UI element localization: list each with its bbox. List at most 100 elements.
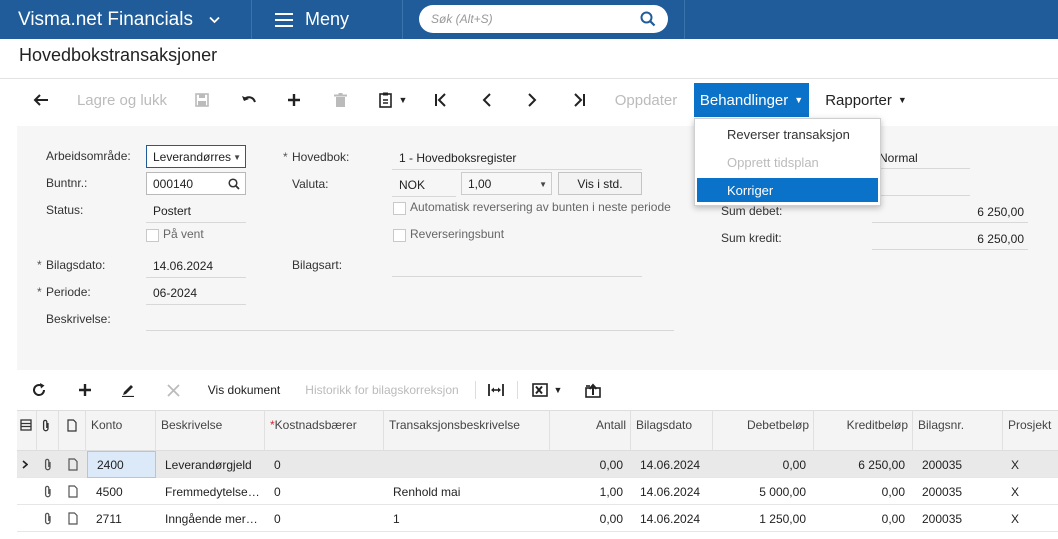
qty-cell[interactable]: 0,00 <box>550 505 631 532</box>
menu-button[interactable]: Meny <box>253 0 403 39</box>
doc-date-value[interactable]: 14.06.2024 <box>153 259 213 273</box>
col-header-description[interactable]: Beskrivelse <box>156 411 265 451</box>
description-cell[interactable]: Leverandørgjeld <box>156 451 265 478</box>
add-button[interactable] <box>283 83 305 117</box>
sum-credit-label: Sum kredit: <box>721 231 782 245</box>
on-hold-checkbox[interactable] <box>146 229 159 242</box>
batch-field[interactable]: 000140 <box>146 172 246 195</box>
account-cell[interactable]: 2711 <box>87 505 156 532</box>
show-document-button[interactable]: Vis dokument <box>203 372 285 408</box>
description-cell[interactable]: Fremmedytelse og underentreprise <box>156 478 265 505</box>
save-button[interactable] <box>191 83 213 117</box>
close-icon <box>166 383 180 397</box>
debit-cell[interactable]: 1 250,00 <box>713 505 814 532</box>
auto-reverse-checkbox[interactable] <box>393 202 406 215</box>
reversing-checkbox[interactable] <box>393 229 406 242</box>
excel-export-button[interactable]: ▼ <box>529 372 565 408</box>
undo-button[interactable] <box>237 83 261 117</box>
col-header-qty[interactable]: Antall <box>550 411 631 451</box>
trans-desc-cell[interactable]: 1 <box>384 505 550 532</box>
next-record-button[interactable] <box>521 83 543 117</box>
description-input[interactable] <box>146 330 674 331</box>
col-header-project[interactable]: Prosjekt <box>1003 411 1058 451</box>
sum-debit-label: Sum debet: <box>721 204 783 218</box>
doc-no-cell[interactable]: 200035 <box>913 451 1003 478</box>
save-close-button[interactable]: Lagre og lukk <box>72 83 172 117</box>
fit-columns-button[interactable] <box>485 372 507 408</box>
note-icon[interactable] <box>59 478 86 505</box>
grid-settings-icon[interactable] <box>17 411 37 451</box>
search-input[interactable] <box>419 5 619 33</box>
rate-select[interactable]: 1,00 ▼ <box>461 172 552 195</box>
menu-item-reverse[interactable]: Reverser transaksjon <box>697 122 878 146</box>
paperclip-icon[interactable] <box>37 451 59 478</box>
col-header-account[interactable]: Konto <box>86 411 156 451</box>
col-header-cost-center[interactable]: *Kostnadsbærer <box>265 411 384 451</box>
refresh-button[interactable] <box>29 372 49 408</box>
note-icon[interactable] <box>59 451 86 478</box>
app-title: Visma.net Financials <box>18 8 193 30</box>
project-cell[interactable]: X <box>1003 451 1058 478</box>
history-button[interactable]: Historikk for bilagskorreksjon <box>301 372 463 408</box>
col-header-debit[interactable]: Debetbeløp <box>713 411 814 451</box>
copy-paste-button[interactable]: ▼ <box>374 83 412 117</box>
credit-cell[interactable]: 0,00 <box>814 505 913 532</box>
trans-desc-cell[interactable]: Renhold mai <box>384 478 550 505</box>
credit-cell[interactable]: 0,00 <box>814 478 913 505</box>
table-row[interactable]: 2711 Inngående merverdiavgift 0 1 0,00 1… <box>17 505 1058 532</box>
credit-cell[interactable]: 6 250,00 <box>814 451 913 478</box>
first-record-button[interactable] <box>430 83 452 117</box>
area-select[interactable]: Leverandørreskontro ▼ <box>146 145 246 168</box>
reports-button[interactable]: Rapporter ▼ <box>820 83 912 117</box>
cost-center-cell[interactable]: 0 <box>265 505 384 532</box>
trans-desc-cell[interactable] <box>384 451 550 478</box>
add-row-button[interactable] <box>75 372 95 408</box>
last-icon <box>574 93 585 107</box>
delete-row-button[interactable] <box>163 372 183 408</box>
rate-value: 1,00 <box>468 176 492 191</box>
search-icon[interactable] <box>640 11 656 27</box>
col-header-trans-desc[interactable]: Transaksjonsbeskrivelse <box>384 411 550 451</box>
paperclip-icon[interactable] <box>37 505 59 532</box>
cost-center-cell[interactable]: 0 <box>265 451 384 478</box>
qty-cell[interactable]: 1,00 <box>550 478 631 505</box>
doc-no-cell[interactable]: 200035 <box>913 478 1003 505</box>
vis-std-button[interactable]: Vis i std. <box>558 172 642 195</box>
update-button[interactable]: Oppdater <box>610 83 682 117</box>
description-label: Beskrivelse: <box>46 312 111 326</box>
debit-cell[interactable]: 5 000,00 <box>713 478 814 505</box>
debit-cell[interactable]: 0,00 <box>713 451 814 478</box>
note-icon[interactable] <box>59 505 86 532</box>
delete-button[interactable] <box>329 83 351 117</box>
doc-date-cell[interactable]: 14.06.2024 <box>631 505 713 532</box>
qty-cell[interactable]: 0,00 <box>550 451 631 478</box>
upload-button[interactable] <box>582 372 604 408</box>
edit-row-button[interactable] <box>118 372 138 408</box>
project-cell[interactable]: X <box>1003 478 1058 505</box>
actions-button[interactable]: Behandlinger ▼ <box>694 83 809 117</box>
period-value[interactable]: 06-2024 <box>153 286 197 300</box>
menu-item-correct[interactable]: Korriger <box>697 178 878 202</box>
col-header-doc-no[interactable]: Bilagsnr. <box>913 411 1003 451</box>
doc-date-cell[interactable]: 14.06.2024 <box>631 478 713 505</box>
table-row[interactable]: 4500 Fremmedytelse og underentreprise 0 … <box>17 478 1058 505</box>
pencil-icon <box>122 385 134 397</box>
menu-item-schedule[interactable]: Opprett tidsplan <box>697 150 878 174</box>
doc-date-cell[interactable]: 14.06.2024 <box>631 451 713 478</box>
prev-record-button[interactable] <box>476 83 498 117</box>
col-header-credit[interactable]: Kreditbeløp <box>814 411 913 451</box>
app-switcher[interactable]: Visma.net Financials <box>0 0 252 39</box>
table-row[interactable]: 2400 Leverandørgjeld 0 0,00 14.06.2024 0… <box>17 451 1058 478</box>
col-header-doc-date[interactable]: Bilagsdato <box>631 411 713 451</box>
paperclip-icon[interactable] <box>37 478 59 505</box>
description-cell[interactable]: Inngående merverdiavgift <box>156 505 265 532</box>
last-record-button[interactable] <box>568 83 590 117</box>
cost-center-cell[interactable]: 0 <box>265 478 384 505</box>
project-cell[interactable]: X <box>1003 505 1058 532</box>
doc-no-cell[interactable]: 200035 <box>913 505 1003 532</box>
doc-type-input[interactable] <box>392 276 642 277</box>
back-button[interactable] <box>28 83 54 117</box>
account-cell[interactable]: 2400 <box>87 451 156 478</box>
account-cell[interactable]: 4500 <box>87 478 156 505</box>
search-icon[interactable] <box>228 178 240 193</box>
